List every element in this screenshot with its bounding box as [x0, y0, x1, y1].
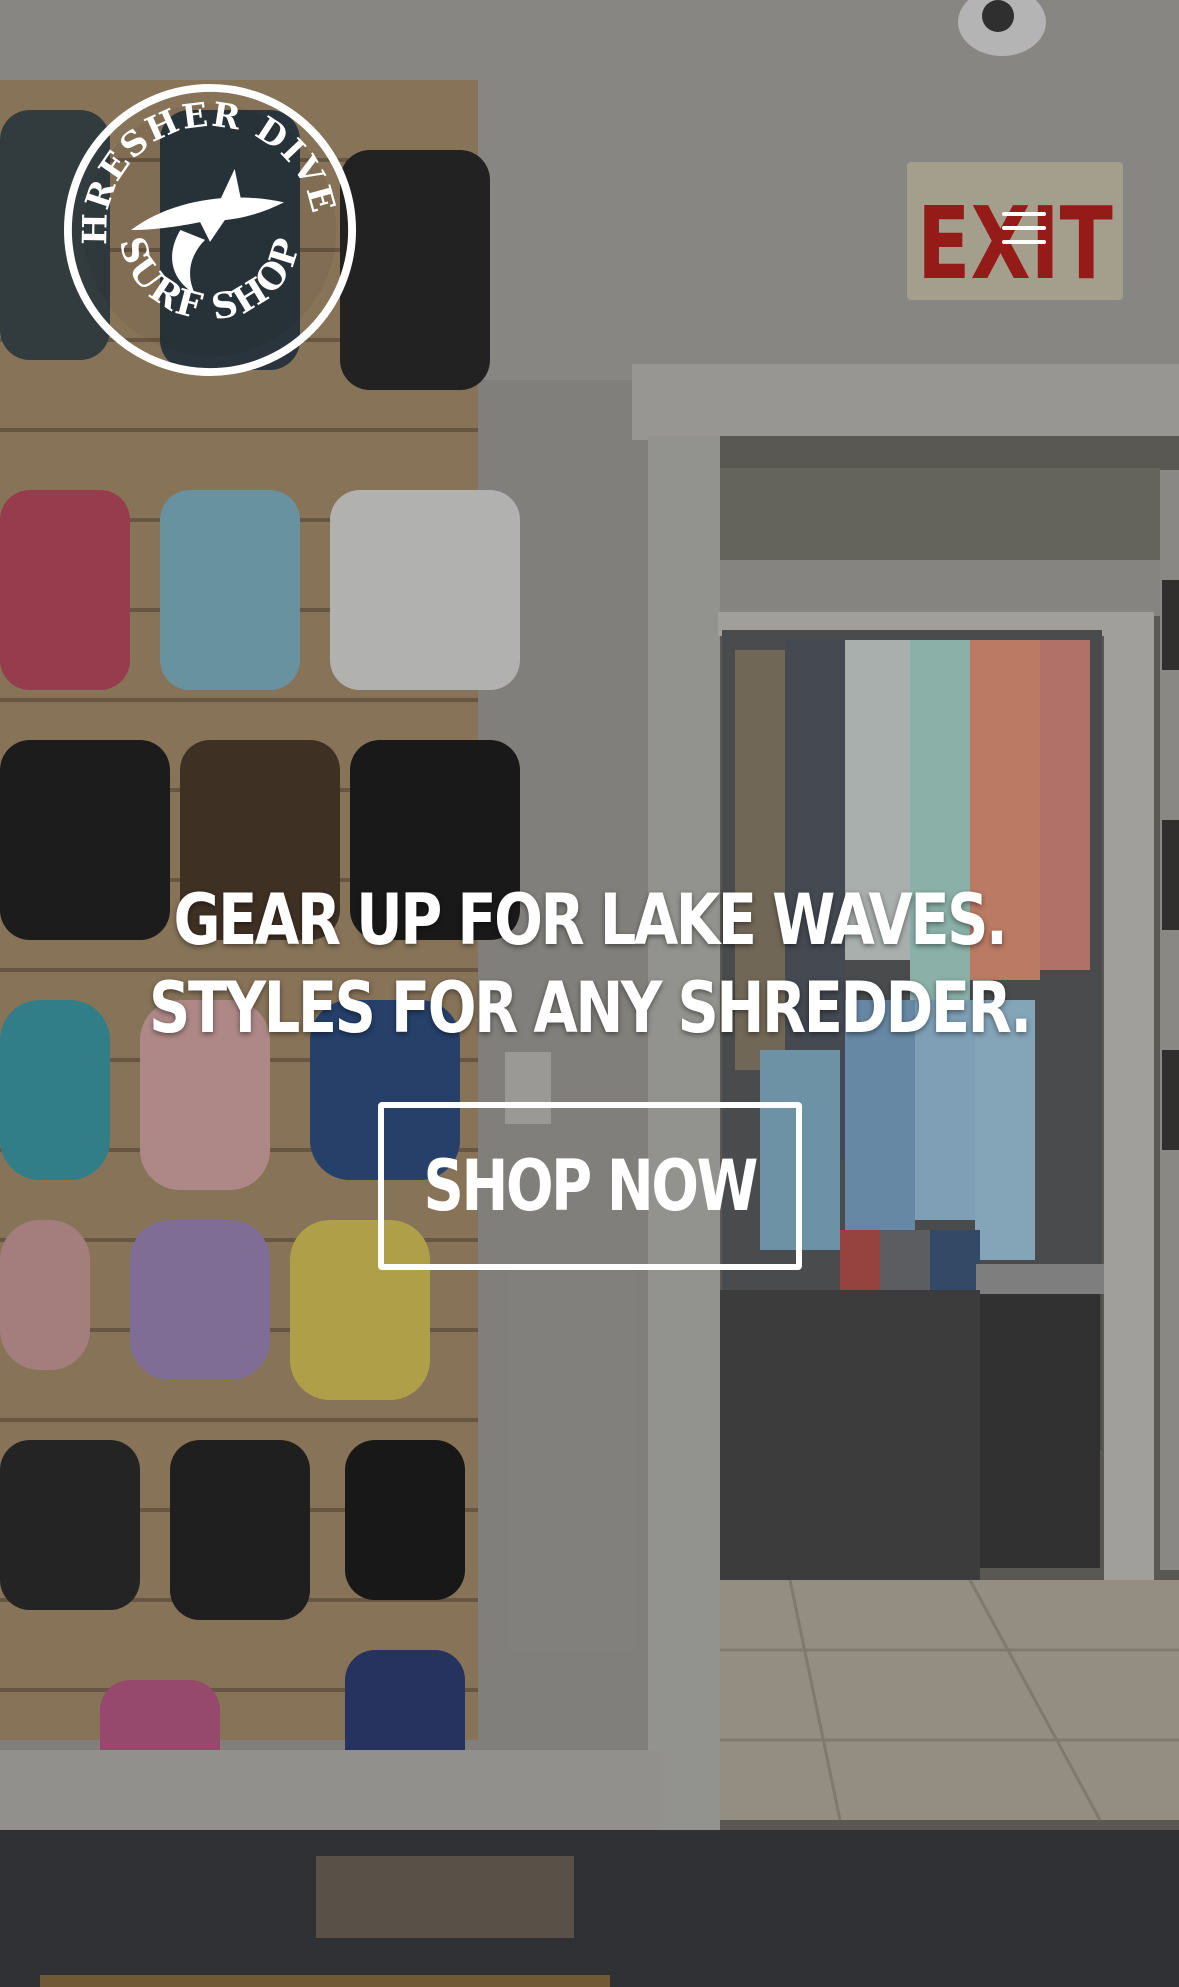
hamburger-menu-icon[interactable]: [996, 206, 1052, 250]
hero-headline-line-1: GEAR UP FOR LAKE WAVES.: [173, 879, 1007, 961]
shop-now-button[interactable]: SHOP NOW: [378, 1102, 802, 1270]
hero-headline-line-2: STYLES FOR ANY SHREDDER.: [149, 967, 1032, 1049]
shop-now-label: SHOP NOW: [423, 1145, 759, 1227]
hero-section: EXIT HRESHER DIVE SURF SHOP GEAR UP FOR …: [0, 0, 1179, 1987]
hero-headline: GEAR UP FOR LAKE WAVES. STYLES FOR ANY S…: [106, 876, 1073, 1052]
brand-logo[interactable]: THRESHER DIVERS SURF SHOP: [62, 82, 358, 378]
